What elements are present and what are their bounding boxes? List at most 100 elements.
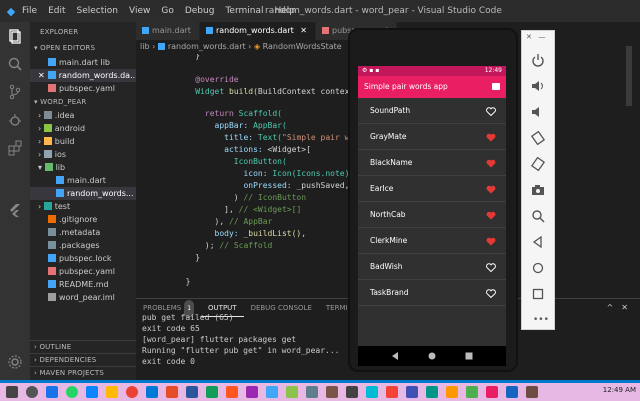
tree-item-lib[interactable]: ▾ lib [30, 161, 136, 174]
app-icon[interactable] [206, 386, 218, 398]
close-icon[interactable]: ✕ [38, 71, 45, 80]
app-icon[interactable] [426, 386, 438, 398]
tree-item-packages[interactable]: .packages [30, 239, 136, 252]
app-icon[interactable] [326, 386, 338, 398]
tree-item-pubspec-lock[interactable]: pubspec.lock [30, 252, 136, 265]
app-icon[interactable] [486, 386, 498, 398]
whatsapp-icon[interactable] [66, 386, 78, 398]
word-list-item[interactable]: ClerkMine [358, 228, 506, 254]
menu-debug[interactable]: Debug [185, 6, 215, 16]
more-options-icon[interactable]: ••• [533, 315, 549, 325]
menu-terminal[interactable]: Terminal [225, 6, 263, 16]
taskbar-clock[interactable]: 12:49 AM [603, 386, 636, 394]
vscode-taskbar-icon[interactable] [266, 386, 278, 398]
tree-item-android[interactable]: › android [30, 122, 136, 135]
rotate-right-icon[interactable] [531, 157, 545, 171]
app-icon[interactable] [386, 386, 398, 398]
tree-item-ios[interactable]: › ios [30, 148, 136, 161]
app-icon[interactable] [226, 386, 238, 398]
project-header[interactable]: ▾ WORD_PEAR [30, 96, 136, 109]
tree-item-build[interactable]: › build [30, 135, 136, 148]
terminal-icon[interactable] [346, 386, 358, 398]
close-panel-icon[interactable]: ✕ [621, 303, 628, 312]
word-list-item[interactable]: EarIce [358, 176, 506, 202]
heart-filled-icon[interactable] [486, 159, 496, 168]
heart-filled-icon[interactable] [486, 185, 496, 194]
word-list-item[interactable]: GrayMate [358, 124, 506, 150]
maximize-panel-icon[interactable]: ^ [607, 303, 614, 312]
breadcrumb-file[interactable]: random_words.dart [168, 42, 246, 51]
word-icon[interactable] [186, 386, 198, 398]
app-icon[interactable] [406, 386, 418, 398]
settings-gear-icon[interactable] [7, 354, 23, 370]
heart-filled-icon[interactable] [486, 133, 496, 142]
tree-item-pubspec-yaml[interactable]: pubspec.yaml [30, 265, 136, 278]
back-nav-icon[interactable] [390, 351, 400, 361]
heart-filled-icon[interactable] [486, 211, 496, 220]
heart-outline-icon[interactable] [486, 107, 496, 116]
open-editor-pubspec[interactable]: pubspec.yaml [30, 82, 136, 95]
tree-item-test[interactable]: › test [30, 200, 136, 213]
back-icon[interactable] [531, 235, 545, 249]
app-icon[interactable] [506, 386, 518, 398]
camera-icon[interactable] [531, 183, 545, 197]
app-icon[interactable] [466, 386, 478, 398]
app-icon[interactable] [246, 386, 258, 398]
maven-header[interactable]: › MAVEN PROJECTS [30, 366, 136, 379]
saved-list-icon[interactable] [492, 83, 500, 90]
word-list-item[interactable]: BlackName [358, 150, 506, 176]
heart-outline-icon[interactable] [486, 263, 496, 272]
volume-down-icon[interactable] [531, 105, 545, 119]
close-icon[interactable]: ✕ [300, 26, 307, 35]
word-list-item[interactable]: NorthCab [358, 202, 506, 228]
phone-screen[interactable]: ⚙ ▪ ▪ 12:49 Simple pair words app SoundP… [358, 66, 506, 346]
tree-item-metadata[interactable]: .metadata [30, 226, 136, 239]
tree-item-word-pear-iml[interactable]: word_pear.iml [30, 291, 136, 304]
dependencies-header[interactable]: › DEPENDENCIES [30, 353, 136, 366]
tab-random-words[interactable]: random_words.dart ✕ [199, 22, 316, 40]
volume-up-icon[interactable] [531, 79, 545, 93]
app-icon[interactable] [306, 386, 318, 398]
home-nav-icon[interactable] [427, 351, 437, 361]
menu-selection[interactable]: Selection [77, 6, 118, 16]
word-list-item[interactable]: SoundPath [358, 98, 506, 124]
start-icon[interactable] [6, 386, 18, 398]
breadcrumb-lib[interactable]: lib [140, 42, 150, 51]
breadcrumb-class[interactable]: RandomWordsState [263, 42, 342, 51]
search-icon[interactable] [7, 56, 23, 72]
open-editor-main[interactable]: main.dart lib [30, 56, 136, 69]
tree-item-gitignore[interactable]: .gitignore [30, 213, 136, 226]
code-editor[interactable]: } @override Widget build(BuildContext co… [136, 54, 380, 298]
app-icon[interactable] [366, 386, 378, 398]
open-editors-header[interactable]: ▾ OPEN EDITORS [30, 42, 136, 55]
extensions-icon[interactable] [7, 140, 23, 156]
app-icon[interactable] [86, 386, 98, 398]
heart-outline-icon[interactable] [486, 289, 496, 298]
app-icon[interactable] [446, 386, 458, 398]
edge-icon[interactable] [146, 386, 158, 398]
source-control-icon[interactable] [7, 84, 23, 100]
emulator-window-controls[interactable]: ✕ — [526, 33, 546, 41]
recents-nav-icon[interactable] [464, 351, 474, 361]
minimap[interactable] [556, 40, 640, 298]
chrome-icon[interactable] [126, 386, 138, 398]
tree-item-main-dart[interactable]: main.dart [30, 174, 136, 187]
power-icon[interactable] [531, 53, 545, 67]
outline-header[interactable]: › OUTLINE [30, 340, 136, 353]
menu-go[interactable]: Go [161, 6, 173, 16]
zoom-icon[interactable] [531, 209, 545, 223]
word-list-item[interactable]: BadWish [358, 254, 506, 280]
menu-view[interactable]: View [129, 6, 150, 16]
open-editor-random-words[interactable]: ✕ random_words.da... [30, 69, 136, 82]
tree-item-readme[interactable]: README.md [30, 278, 136, 291]
menu-edit[interactable]: Edit [48, 6, 65, 16]
explorer-icon[interactable] [7, 28, 23, 44]
tab-main-dart[interactable]: main.dart [136, 22, 200, 40]
heart-filled-icon[interactable] [486, 237, 496, 246]
overview-icon[interactable] [531, 287, 545, 301]
file-explorer-icon[interactable] [106, 386, 118, 398]
home-icon[interactable] [531, 261, 545, 275]
tree-item-idea[interactable]: › .idea [30, 109, 136, 122]
word-list-item[interactable]: TaskBrand [358, 280, 506, 306]
rotate-left-icon[interactable] [531, 131, 545, 145]
